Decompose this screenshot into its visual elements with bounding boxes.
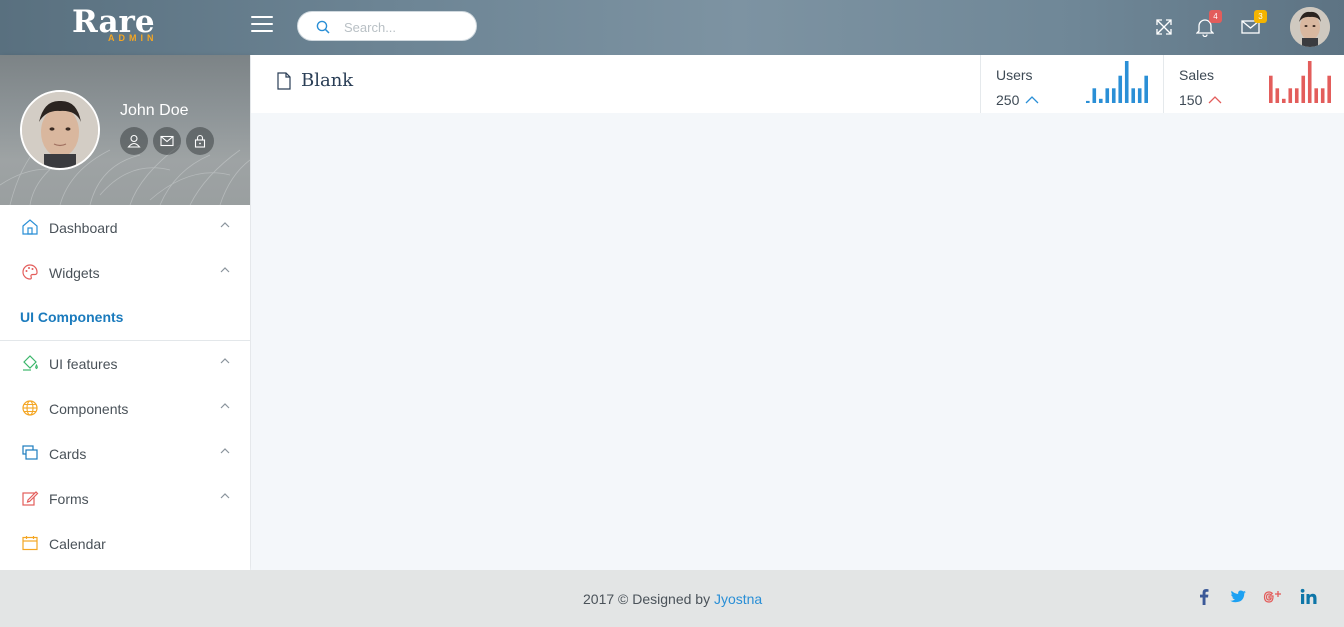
sparkline-bar [1111, 88, 1116, 103]
stat-label: Sales [1179, 67, 1215, 83]
sparkline-bar [1314, 88, 1319, 103]
sidebar-item-components[interactable]: Components [0, 386, 250, 431]
profile-name: John Doe [120, 102, 189, 119]
sparkline-bar [1092, 88, 1097, 103]
logo[interactable]: Rare ADMIN [72, 4, 192, 48]
sparkline-bar [1275, 88, 1280, 103]
sidebar-item-calendar[interactable]: Calendar [0, 521, 250, 566]
sidebar-item-ui-features[interactable]: UI features [0, 341, 250, 386]
sidebar-nav: Dashboard Widgets UI Components UI featu… [0, 205, 250, 566]
users-stat: Users 250 [980, 55, 1162, 113]
facebook-icon[interactable] [1194, 587, 1214, 607]
file-icon [277, 71, 291, 90]
users-sparkline [1086, 61, 1148, 103]
sidebar-item-label: Dashboard [49, 220, 118, 236]
sparkline-bar [1086, 100, 1090, 103]
sidebar-item-label: Widgets [49, 265, 100, 281]
sparkline-bar [1269, 75, 1273, 103]
palette-icon [22, 264, 38, 280]
sparkline-bar [1124, 61, 1129, 103]
sparkline-bar [1288, 88, 1293, 103]
sparkline-bar [1307, 61, 1312, 103]
messages-badge: 3 [1254, 10, 1267, 23]
profile-panel: John Doe [0, 55, 250, 205]
sparkline-bar [1301, 75, 1306, 103]
sidebar-item-dashboard[interactable]: Dashboard [0, 205, 250, 250]
sidebar-section-title: UI Components [20, 309, 124, 325]
trend-up-icon [1208, 96, 1222, 104]
lock-icon[interactable] [186, 127, 214, 155]
footer-author-link[interactable]: Jyostna [714, 591, 762, 607]
fullscreen-icon[interactable] [1154, 16, 1176, 38]
google-plus-icon[interactable] [1262, 587, 1282, 607]
sales-stat: Sales 150 [1163, 55, 1344, 113]
main-content [251, 113, 1344, 570]
chevron-up-icon [220, 358, 230, 364]
sidebar-item-forms[interactable]: Forms [0, 476, 250, 521]
sidebar-item-label: Forms [49, 491, 89, 507]
chevron-up-icon [220, 493, 230, 499]
chevron-up-icon [220, 448, 230, 454]
sparkline-bar [1144, 75, 1148, 103]
sidebar: John Doe Dashboard Widgets UI Components… [0, 55, 250, 570]
messages-button[interactable]: 3 [1241, 10, 1267, 38]
sidebar-item-label: Cards [49, 446, 87, 462]
sparkline-bar [1118, 75, 1123, 103]
trend-up-icon [1025, 96, 1039, 104]
search-box [297, 11, 477, 41]
linkedin-icon[interactable] [1299, 587, 1319, 607]
stat-label: Users [996, 67, 1033, 83]
sidebar-item-label: Calendar [49, 536, 106, 552]
sidebar-item-label: UI features [49, 356, 118, 372]
sidebar-section-header: UI Components [0, 295, 250, 341]
sparkline-bar [1098, 98, 1103, 103]
sparkline-bar [1131, 88, 1136, 103]
footer-prefix: 2017 © Designed by [583, 591, 711, 607]
sidebar-item-widgets[interactable]: Widgets [0, 250, 250, 295]
sparkline-bar [1105, 88, 1110, 103]
calendar-icon [22, 536, 38, 551]
sidebar-item-cards[interactable]: Cards [0, 431, 250, 476]
page-title: Blank [301, 70, 354, 91]
footer-credit: 2017 © Designed by Jyostna [583, 591, 762, 607]
sales-sparkline [1269, 61, 1331, 103]
chevron-up-icon [220, 222, 230, 228]
profile-actions [120, 127, 214, 155]
globe-icon [22, 400, 38, 416]
top-navbar: Rare ADMIN 4 3 [0, 0, 1344, 55]
user-icon[interactable] [120, 127, 148, 155]
chevron-up-icon [220, 267, 230, 273]
stat-value: 250 [996, 92, 1020, 108]
home-icon [22, 219, 38, 235]
chevron-up-icon [220, 403, 230, 409]
paint-bucket-icon [23, 355, 38, 371]
sparkline-bar [1137, 88, 1142, 103]
notifications-button[interactable]: 4 [1195, 10, 1222, 38]
twitter-icon[interactable] [1228, 587, 1248, 607]
search-icon[interactable] [316, 20, 330, 34]
sparkline-bar [1327, 75, 1331, 103]
menu-icon[interactable] [251, 16, 273, 34]
sparkline-bar [1320, 88, 1325, 103]
page-header: Blank Users 250 Sales 150 [251, 55, 1344, 113]
search-input[interactable] [344, 17, 464, 37]
breadcrumb: Blank [277, 70, 353, 91]
sidebar-item-label: Components [49, 401, 129, 417]
edit-icon [22, 491, 39, 506]
logo-sub-text: ADMIN [108, 33, 158, 43]
sparkline-bar [1281, 98, 1286, 103]
cards-icon [22, 445, 38, 460]
profile-avatar[interactable] [20, 90, 100, 170]
notifications-badge: 4 [1209, 10, 1222, 23]
footer: 2017 © Designed by Jyostna [0, 570, 1344, 627]
envelope-icon[interactable] [153, 127, 181, 155]
sparkline-bar [1294, 88, 1299, 103]
stat-value: 150 [1179, 92, 1203, 108]
avatar[interactable] [1290, 7, 1330, 47]
